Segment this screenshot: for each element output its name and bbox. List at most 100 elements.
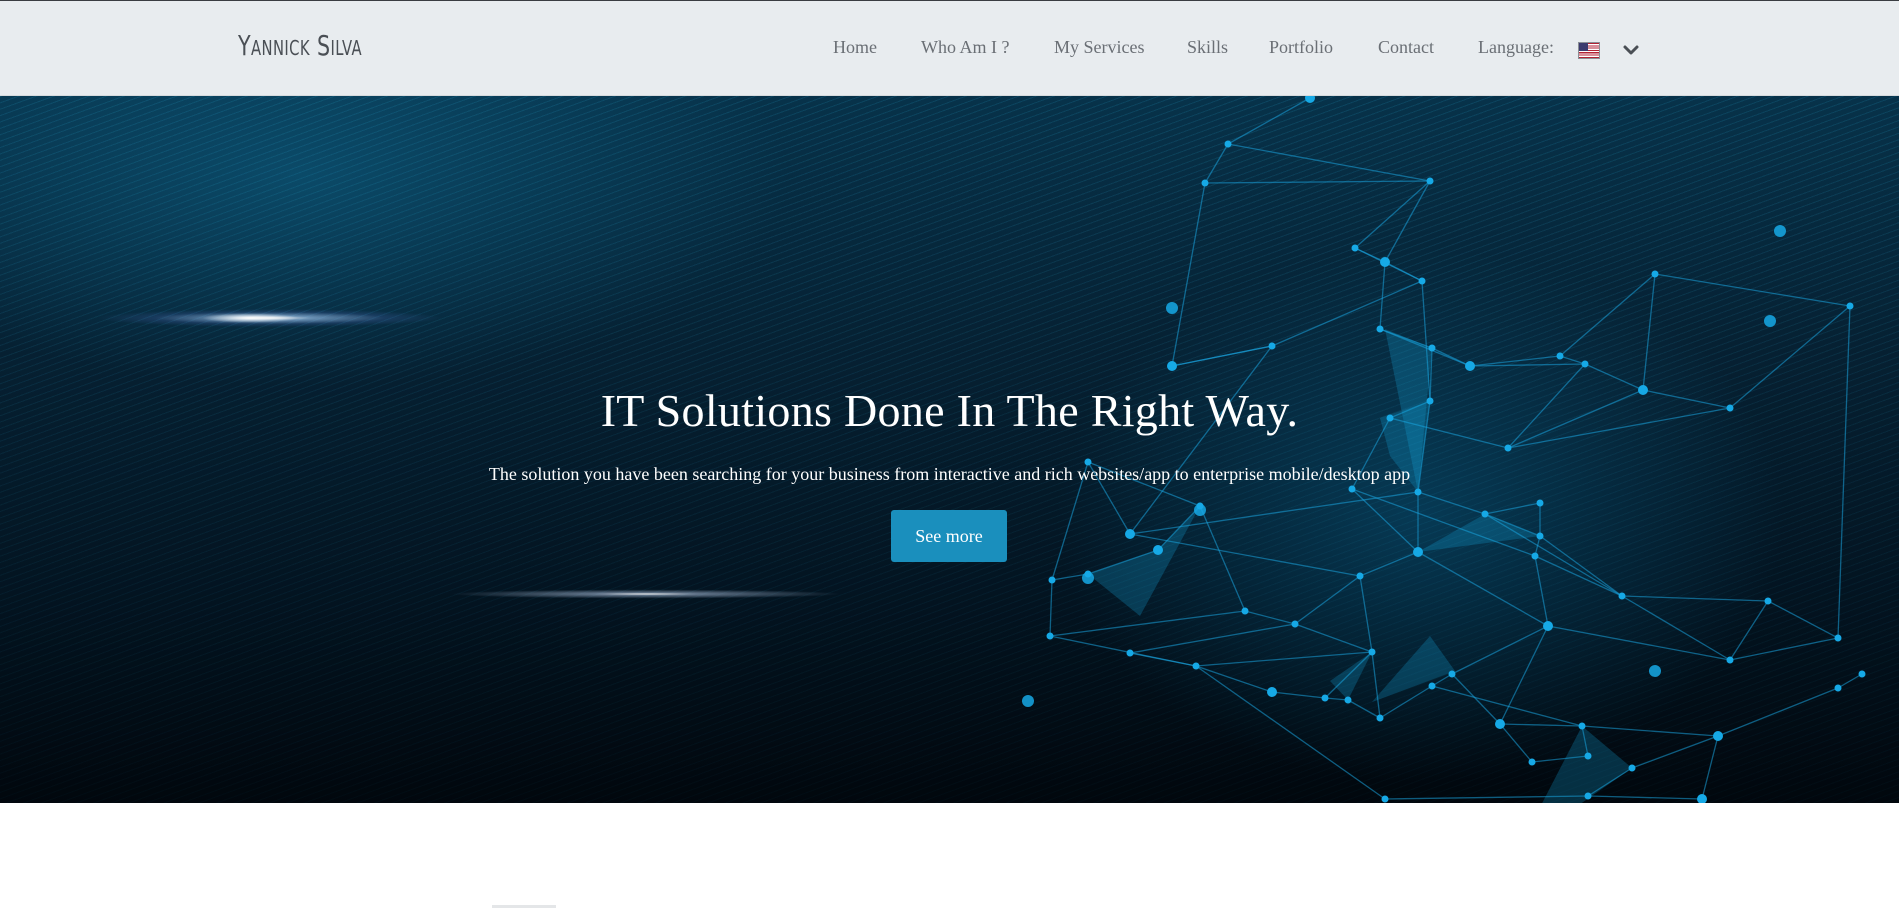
network-node xyxy=(1628,764,1636,772)
network-edge xyxy=(1417,551,1549,627)
network-node xyxy=(1584,792,1592,800)
network-node xyxy=(1495,719,1505,729)
nav-item-skills[interactable]: Skills xyxy=(1187,37,1228,58)
network-edge xyxy=(1204,143,1229,184)
network-node xyxy=(1376,325,1384,333)
nav-item-home[interactable]: Home xyxy=(833,37,877,58)
network-edge xyxy=(1129,623,1296,654)
network-node xyxy=(1048,576,1056,584)
network-node xyxy=(1528,758,1536,766)
network-node xyxy=(1414,488,1422,496)
network-node xyxy=(1413,547,1423,557)
network-node xyxy=(1368,648,1376,656)
network-edge xyxy=(1294,623,1373,653)
network-node xyxy=(1241,607,1249,615)
network-node xyxy=(1428,682,1436,690)
network-node xyxy=(1381,795,1389,803)
network-edge xyxy=(1547,625,1731,661)
network-node xyxy=(1166,302,1178,314)
network-edge xyxy=(1359,551,1419,577)
network-edge xyxy=(1347,699,1381,719)
network-node xyxy=(1046,632,1054,640)
network-edge xyxy=(1227,143,1431,182)
network-node xyxy=(1351,244,1359,252)
network-edge xyxy=(1767,600,1839,639)
network-edge xyxy=(1499,723,1533,763)
network-node xyxy=(1846,302,1854,310)
network-edge xyxy=(1359,575,1373,653)
network-node xyxy=(1268,342,1276,350)
network-edge xyxy=(1534,555,1549,627)
network-edge xyxy=(1642,273,1656,391)
network-node xyxy=(1556,352,1564,360)
network-edge xyxy=(1195,665,1386,800)
network-edge xyxy=(1431,685,1583,727)
network-edge xyxy=(1227,97,1311,145)
network-node xyxy=(1543,621,1553,631)
network-node xyxy=(1834,684,1842,692)
network-edge xyxy=(1244,610,1296,625)
network-node xyxy=(1428,344,1436,352)
network-edge xyxy=(1451,625,1549,675)
see-more-button[interactable]: See more xyxy=(891,510,1007,562)
network-edge xyxy=(1049,635,1197,667)
nav-item-portfolio[interactable]: Portfolio xyxy=(1269,37,1333,58)
network-node xyxy=(1536,499,1544,507)
network-node xyxy=(1726,656,1734,664)
network-node xyxy=(1291,620,1299,628)
network-node xyxy=(1531,552,1539,560)
network-node xyxy=(1344,696,1352,704)
nav-item-my-services[interactable]: My Services xyxy=(1054,37,1144,58)
network-edge xyxy=(1717,687,1839,737)
network-node xyxy=(1578,722,1586,730)
network-node xyxy=(1348,485,1356,493)
network-node xyxy=(1167,361,1177,371)
nav-item-contact[interactable]: Contact xyxy=(1378,37,1434,58)
network-edge xyxy=(1654,273,1851,307)
network-edge xyxy=(1195,665,1273,693)
network-node xyxy=(1125,529,1135,539)
network-node xyxy=(1376,714,1384,722)
network-node xyxy=(1153,545,1163,555)
network-edge xyxy=(1384,180,1431,263)
network-edge xyxy=(1729,637,1839,661)
network-node xyxy=(1448,670,1456,678)
navbar: Yannick Silva Home Who Am I ? My Service… xyxy=(0,1,1899,96)
network-edge xyxy=(1417,491,1486,515)
network-edge xyxy=(1129,491,1419,535)
network-node xyxy=(1321,694,1329,702)
network-edge xyxy=(1539,535,1623,597)
network-node xyxy=(1380,257,1390,267)
network-node xyxy=(1697,794,1707,803)
network-node xyxy=(1022,695,1034,707)
network-edge xyxy=(1171,182,1206,367)
network-edge xyxy=(1199,505,1246,612)
nav-item-who-am-i[interactable]: Who Am I ? xyxy=(921,37,1009,58)
network-node xyxy=(1305,96,1315,103)
network-edge xyxy=(1204,180,1431,184)
network-node xyxy=(1201,179,1209,187)
network-graphic xyxy=(1022,96,1866,803)
network-edge xyxy=(1049,579,1053,637)
network-node xyxy=(1536,532,1544,540)
network-node xyxy=(1504,444,1512,452)
network-node xyxy=(1774,225,1786,237)
network-facet xyxy=(1330,652,1372,700)
network-node xyxy=(1224,140,1232,148)
network-node xyxy=(1267,687,1277,697)
network-edge xyxy=(1559,273,1656,357)
network-facet xyxy=(1372,636,1455,702)
network-node xyxy=(1418,277,1426,285)
network-edge xyxy=(1195,651,1373,667)
network-edge xyxy=(1621,595,1769,602)
network-edge xyxy=(1499,625,1549,725)
network-node xyxy=(1858,670,1866,678)
network-edge xyxy=(1294,575,1361,625)
network-edge xyxy=(1354,180,1431,249)
us-flag-icon[interactable] xyxy=(1578,42,1600,59)
network-edge xyxy=(1701,735,1719,800)
network-edge xyxy=(1271,691,1326,699)
network-edge xyxy=(1371,651,1381,719)
chevron-down-icon[interactable] xyxy=(1620,40,1642,60)
network-edge xyxy=(1171,345,1273,367)
